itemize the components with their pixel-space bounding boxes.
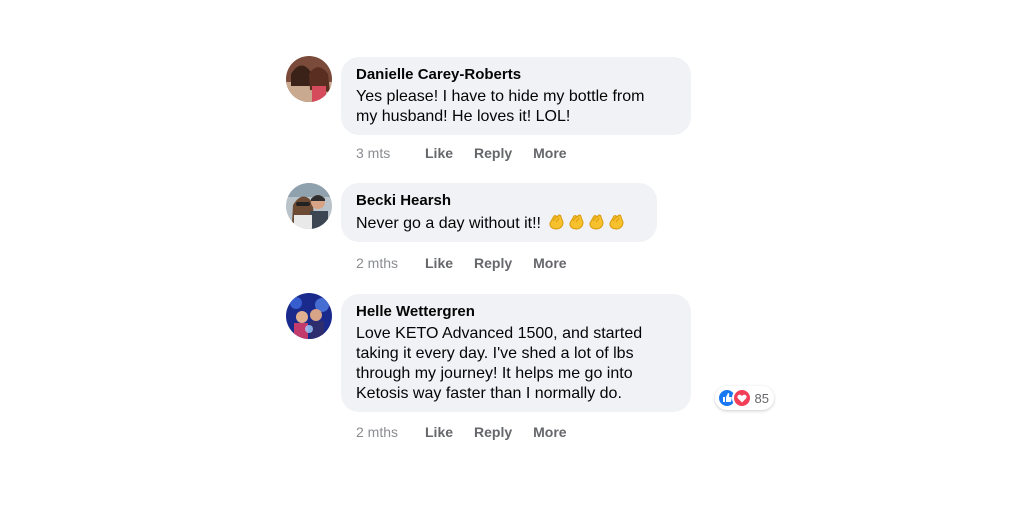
comment-text-line: Ketosis way faster than I normally do. xyxy=(356,385,622,402)
emoji-group xyxy=(547,213,625,231)
comment-timestamp[interactable]: 2 mths xyxy=(356,423,425,441)
reactions-summary[interactable]: 85 xyxy=(714,386,774,410)
comment-text: Yes please! I have to hide my bottle fro… xyxy=(356,87,676,127)
comment-author[interactable]: Danielle Carey-Roberts xyxy=(356,65,676,84)
profile-photo-icon xyxy=(286,183,332,229)
profile-photo-icon xyxy=(286,293,332,339)
clapping-hands-icon xyxy=(567,213,585,231)
comment-text: Never go a day without it!! xyxy=(356,213,642,234)
more-button[interactable]: More xyxy=(533,423,566,441)
reply-button[interactable]: Reply xyxy=(474,423,512,441)
profile-photo-icon xyxy=(286,56,332,102)
comment-timestamp[interactable]: 3 mts xyxy=(356,144,425,162)
comment-text-line: taking it every day. I've shed a lot of … xyxy=(356,345,634,362)
avatar[interactable] xyxy=(286,293,332,339)
avatar[interactable] xyxy=(286,183,332,229)
comment-bubble: Becki Hearsh Never go a day without it!! xyxy=(341,183,657,242)
comment-text-line: Never go a day without it!! xyxy=(356,215,541,232)
comment-thread: Danielle Carey-Roberts Yes please! I hav… xyxy=(0,0,1024,512)
comment-actions: 2 mths Like Reply More xyxy=(356,254,588,272)
comment-actions: 2 mths Like Reply More xyxy=(356,423,588,441)
reply-button[interactable]: Reply xyxy=(474,144,512,162)
more-button[interactable]: More xyxy=(533,254,566,272)
comment-actions: 3 mts Like Reply More xyxy=(356,144,588,162)
comment-text-line: my husband! He loves it! LOL! xyxy=(356,108,571,125)
clapping-hands-icon xyxy=(587,213,605,231)
like-button[interactable]: Like xyxy=(425,144,453,162)
like-button[interactable]: Like xyxy=(425,254,453,272)
clapping-hands-icon xyxy=(547,213,565,231)
comment-author[interactable]: Becki Hearsh xyxy=(356,191,642,210)
comment-text-line: Yes please! I have to hide my bottle fro… xyxy=(356,88,645,105)
comment-timestamp[interactable]: 2 mths xyxy=(356,254,425,272)
comment-text: Love KETO Advanced 1500, and started tak… xyxy=(356,324,676,404)
more-button[interactable]: More xyxy=(533,144,566,162)
like-button[interactable]: Like xyxy=(425,423,453,441)
comment-bubble: Danielle Carey-Roberts Yes please! I hav… xyxy=(341,57,691,135)
love-reaction-icon xyxy=(731,388,752,408)
comment-text-line: Love KETO Advanced 1500, and started xyxy=(356,325,643,342)
comment-author[interactable]: Helle Wettergren xyxy=(356,302,676,321)
avatar[interactable] xyxy=(286,56,332,102)
reaction-count: 85 xyxy=(754,390,769,406)
comment-text-line: through my journey! It helps me go into xyxy=(356,365,633,382)
comment-bubble: Helle Wettergren Love KETO Advanced 1500… xyxy=(341,294,774,412)
reply-button[interactable]: Reply xyxy=(474,254,512,272)
clapping-hands-icon xyxy=(607,213,625,231)
